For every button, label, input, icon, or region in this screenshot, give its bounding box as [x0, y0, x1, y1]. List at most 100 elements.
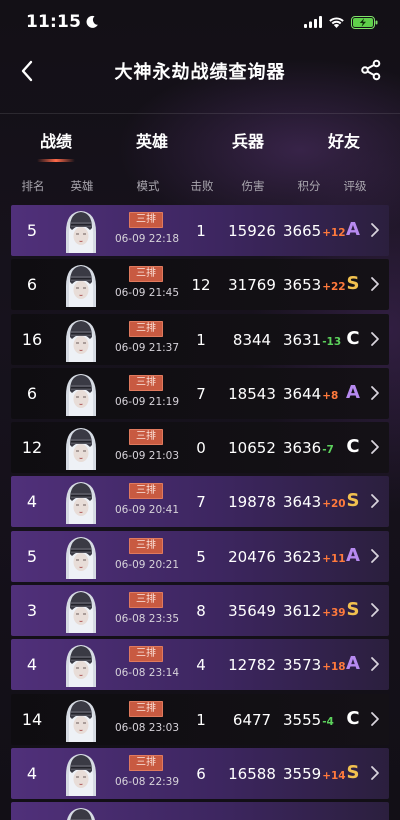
kills-value: 0 [196, 439, 206, 458]
chevron-right-icon [371, 494, 379, 509]
match-row[interactable]: 16 三排 06-09 21:37 1 8344 3631-13 C [11, 313, 389, 365]
chevron-right-icon [371, 711, 379, 726]
tab-heroes[interactable]: 英雄 [117, 128, 187, 164]
hero-avatar [66, 591, 96, 634]
kills-value: 12 [191, 276, 211, 295]
score-value: 3573+18 [283, 656, 346, 674]
kills-value: 4 [196, 656, 206, 675]
damage-value: 15926 [228, 222, 276, 240]
grade-value: A [346, 219, 360, 240]
tab-records[interactable]: 战绩 [21, 128, 91, 164]
match-row[interactable]: 4 三排 06-08 23:14 4 12782 3573+18 A [11, 639, 389, 691]
share-button[interactable] [356, 55, 386, 85]
chevron-right-icon [371, 548, 379, 563]
match-time: 06-09 20:41 [114, 504, 180, 517]
hero-avatar [66, 699, 96, 742]
score-number: 3643 [283, 493, 322, 512]
mode-badge: 三排 [129, 212, 163, 228]
grade-value: S [346, 761, 360, 783]
match-time: 06-09 21:45 [114, 287, 180, 300]
match-time: 06-08 22:39 [114, 775, 180, 788]
kills-value: 7 [196, 493, 206, 512]
kills-value: 8 [196, 602, 206, 621]
score-value: 3555-4 [283, 711, 334, 729]
grade-value: S [346, 273, 360, 295]
match-row[interactable]: 6 三排 06-09 21:19 7 18543 3644+8 A [11, 367, 389, 419]
tab-friends[interactable]: 好友 [309, 128, 379, 164]
rank-value: 4 [26, 763, 38, 783]
match-row[interactable] [11, 802, 389, 820]
column-header-hero: 英雄 [70, 179, 94, 193]
hero-avatar [66, 373, 96, 416]
tab-weapons[interactable]: 兵器 [213, 128, 283, 164]
damage-value: 35649 [228, 602, 276, 621]
kills-value: 1 [196, 330, 206, 349]
match-row[interactable]: 4 三排 06-08 22:39 6 16588 3559+14 S [11, 747, 389, 799]
match-row[interactable]: 5 三排 06-09 22:18 1 15926 3665+12 A [11, 205, 389, 256]
kills-value: 5 [196, 547, 206, 566]
mode-badge: 三排 [129, 537, 163, 554]
chevron-right-icon [371, 331, 379, 346]
back-arrow-icon [21, 60, 33, 82]
match-time: 06-09 22:18 [114, 233, 180, 245]
match-row[interactable]: 5 三排 06-09 20:21 5 20476 3623+11 A [11, 530, 389, 582]
score-value: 3623+11 [283, 548, 346, 566]
score-delta: -4 [322, 715, 334, 728]
score-number: 3665 [283, 222, 322, 240]
score-delta: -7 [322, 444, 334, 457]
damage-value: 20476 [228, 547, 276, 566]
match-row[interactable]: 14 三排 06-08 23:03 1 6477 3555-4 C [11, 693, 389, 745]
back-button[interactable] [12, 56, 42, 86]
signal-icon [304, 16, 322, 28]
score-value: 3644+8 [283, 385, 338, 403]
rank-value: 3 [26, 601, 38, 621]
match-time: 06-09 21:03 [114, 450, 180, 463]
column-header-rank: 排名 [21, 179, 45, 193]
kills-value: 1 [196, 222, 206, 240]
damage-value: 19878 [228, 493, 276, 512]
status-bar: 11:15 [0, 0, 400, 44]
match-time: 06-09 21:19 [114, 395, 180, 408]
rank-value: 6 [26, 275, 38, 295]
match-row[interactable]: 4 三排 06-09 20:41 7 19878 3643+20 S [11, 476, 389, 528]
chevron-right-icon [371, 766, 379, 780]
match-row[interactable]: 3 三排 06-08 23:35 8 35649 3612+39 S [11, 585, 389, 637]
damage-value: 6477 [232, 710, 272, 729]
match-row[interactable]: 12 三排 06-09 21:03 0 10652 3636-7 C [11, 422, 389, 474]
status-time: 11:15 [26, 12, 82, 32]
score-delta: -13 [322, 335, 342, 348]
grade-value: C [346, 327, 360, 349]
hero-avatar [66, 645, 96, 688]
score-number: 3612 [283, 602, 322, 621]
column-header-kills: 击败 [190, 179, 214, 193]
mode-badge: 三排 [129, 320, 163, 337]
mode-badge: 三排 [129, 374, 163, 391]
grade-value: A [346, 381, 360, 403]
mode-badge: 三排 [129, 429, 163, 446]
app-screen: 11:15 大神永劫战绩查询器 战绩 英雄 兵器 好友 排名 英雄 模式 击败 … [0, 0, 400, 820]
mode-badge: 三排 [129, 592, 163, 609]
damage-value: 10652 [228, 439, 276, 458]
rank-value: 5 [26, 221, 38, 240]
damage-value: 8344 [232, 330, 272, 349]
hero-avatar [66, 319, 96, 362]
kills-value: 6 [196, 764, 206, 783]
rank-value: 16 [21, 329, 43, 349]
column-header-grade: 评级 [343, 179, 367, 193]
damage-value: 18543 [228, 384, 276, 403]
share-icon [361, 59, 381, 81]
page-title: 大神永劫战绩查询器 [114, 62, 286, 83]
score-value: 3631-13 [283, 331, 341, 349]
damage-value: 12782 [228, 656, 276, 675]
match-time: 06-09 21:37 [114, 341, 180, 354]
score-number: 3573 [283, 656, 322, 675]
rank-value: 14 [21, 709, 43, 729]
chevron-right-icon [371, 657, 379, 672]
kills-value: 1 [196, 710, 206, 729]
score-number: 3623 [283, 547, 322, 566]
hero-avatar [66, 753, 96, 796]
score-number: 3559 [283, 764, 322, 783]
score-number: 3636 [283, 439, 322, 458]
match-row[interactable]: 6 三排 06-09 21:45 12 31769 3653+22 S [11, 259, 389, 311]
grade-value: C [346, 707, 360, 729]
